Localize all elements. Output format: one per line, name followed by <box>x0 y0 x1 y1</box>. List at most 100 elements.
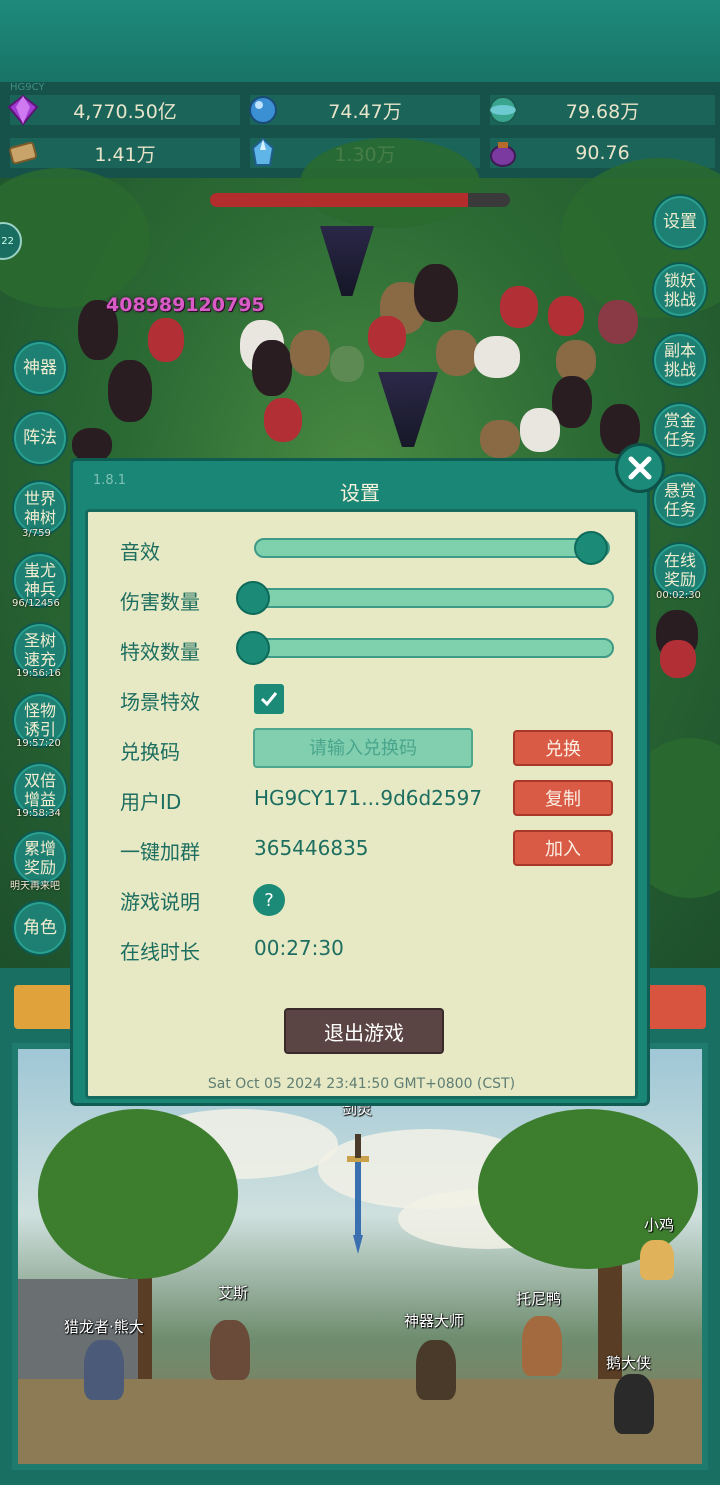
user-tag: HG9CY <box>10 82 45 93</box>
menu-label: 阵法 <box>23 428 57 448</box>
group-number: 365446835 <box>254 836 369 860</box>
menu-label: 圣树 速充 <box>23 631 56 669</box>
close-button[interactable] <box>615 443 665 493</box>
slider-knob[interactable] <box>236 631 270 665</box>
menu-artifact[interactable]: 神器 <box>12 340 68 396</box>
blue-crystal-orb-icon <box>249 96 277 124</box>
monster <box>474 336 520 378</box>
redeem-code-input[interactable] <box>253 728 473 768</box>
monster <box>500 286 538 328</box>
monster <box>520 408 560 452</box>
monster <box>436 330 478 376</box>
user-id-label: 用户ID <box>120 790 182 814</box>
redeem-code-label: 兑换码 <box>120 740 180 764</box>
npc-artifact-master[interactable] <box>416 1340 456 1400</box>
sword-spirit-icon <box>347 1134 369 1254</box>
menu-bounty-task[interactable]: 赏金 任务 <box>652 402 708 458</box>
npc-goose-hero[interactable] <box>614 1374 654 1434</box>
slider-knob[interactable] <box>574 531 608 565</box>
menu-label: 怪物 诱引 <box>23 701 56 739</box>
resource-blue-orb: 74.47万 <box>249 95 480 125</box>
online-time-value: 00:27:30 <box>254 936 344 960</box>
damage-count-label: 伤害数量 <box>120 590 200 614</box>
red-action-button[interactable] <box>646 985 706 1029</box>
copy-button[interactable]: 复制 <box>513 780 613 816</box>
exit-game-button[interactable]: 退出游戏 <box>284 1008 444 1054</box>
npc-dragon-hunter[interactable] <box>84 1340 124 1400</box>
npc-name: 猎龙者·熊大 <box>64 1318 144 1336</box>
menu-label: 神器 <box>23 358 57 378</box>
purple-gem-icon <box>7 94 39 126</box>
ice-crystal-icon <box>251 137 275 166</box>
menu-label: 蚩尤 神兵 <box>23 561 56 599</box>
monster <box>252 340 292 396</box>
menu-label: 双倍 增益 <box>23 771 56 809</box>
resource-scroll: 1.41万 <box>9 138 240 168</box>
orange-action-button[interactable] <box>14 985 74 1029</box>
monster <box>368 316 406 358</box>
redeem-button[interactable]: 兑换 <box>513 730 613 766</box>
monster <box>480 420 520 458</box>
menu-sublabel: 19:58:34 <box>16 808 61 819</box>
slider-knob[interactable] <box>236 581 270 615</box>
npc-ais[interactable] <box>210 1320 250 1380</box>
settings-panel: 音效 伤害数量 特效数量 场景特效 兑换码 兑换 用户ID HG9CY171..… <box>85 509 638 1099</box>
menu-sublabel: 00:02:30 <box>656 590 701 601</box>
resource-value: 4,770.50亿 <box>73 100 177 123</box>
menu-sublabel: 3/759 <box>22 528 51 539</box>
menu-sublabel: 96/12456 <box>12 598 60 609</box>
help-icon[interactable]: ? <box>253 884 285 916</box>
resource-purple-gem: 4,770.50亿 <box>7 94 240 126</box>
monster <box>264 398 302 442</box>
boss-hp-bar <box>210 193 510 207</box>
resource-teal-orb: 79.68万 <box>489 95 715 125</box>
menu-character[interactable]: 角色 <box>12 900 68 956</box>
scene-effects-label: 场景特效 <box>120 690 200 714</box>
menu-formation[interactable]: 阵法 <box>12 410 68 466</box>
menu-label: 赏金 任务 <box>663 411 696 449</box>
menu-demon-challenge[interactable]: 锁妖 挑战 <box>652 262 708 318</box>
join-button[interactable]: 加入 <box>513 830 613 866</box>
menu-label: 锁妖 挑战 <box>663 271 696 309</box>
sound-label: 音效 <box>120 540 160 564</box>
menu-sublabel: 19:56:16 <box>16 668 61 679</box>
teal-orb-icon <box>489 96 517 124</box>
npc-name: 托尼鸭 <box>516 1290 562 1308</box>
menu-label: 在线 奖励 <box>663 551 696 589</box>
menu-sublabel: 明天再来吧 <box>10 881 60 892</box>
menu-label: 设置 <box>663 212 697 232</box>
close-icon <box>628 456 652 480</box>
effects-count-slider[interactable] <box>236 631 614 665</box>
menu-label: 悬赏 任务 <box>663 481 696 519</box>
online-time-label: 在线时长 <box>120 940 200 964</box>
menu-dungeon-challenge[interactable]: 副本 挑战 <box>652 332 708 388</box>
menu-settings[interactable]: 设置 <box>652 194 708 250</box>
npc-name: 小鸡 <box>644 1216 675 1234</box>
monster <box>548 296 584 336</box>
monster <box>290 330 330 376</box>
npc-name: 鹅大侠 <box>606 1354 652 1372</box>
damage-count-slider[interactable] <box>236 581 614 615</box>
resource-value: 1.41万 <box>94 143 156 166</box>
dialog-title: 设置 <box>340 481 380 505</box>
npc-tony-duck[interactable] <box>522 1316 562 1376</box>
monster <box>148 318 184 362</box>
npc-chick[interactable] <box>640 1240 674 1280</box>
current-datetime: Sat Oct 05 2024 23:41:50 GMT+0800 (CST) <box>207 1076 516 1092</box>
npc-name: 神器大师 <box>404 1312 465 1330</box>
purple-pouch-icon <box>490 142 516 167</box>
monster <box>414 264 458 322</box>
menu-label: 角色 <box>23 918 57 938</box>
user-id-value: HG9CY171...9d6d2597 <box>254 786 483 810</box>
join-group-label: 一键加群 <box>120 840 200 864</box>
scene-effects-checkbox[interactable] <box>254 684 284 714</box>
menu-label: 累增 奖励 <box>23 839 56 877</box>
monster <box>660 640 696 678</box>
menu-sublabel: 19:57:20 <box>16 738 61 749</box>
settings-dialog: 1.8.1 设置 音效 伤害数量 特效数量 场景特效 兑换码 兑换 用户ID H… <box>70 458 650 1106</box>
sound-slider[interactable] <box>254 531 610 565</box>
monster <box>108 360 152 422</box>
menu-label: 世界 神树 <box>23 489 56 527</box>
monster <box>598 300 638 344</box>
monster <box>330 346 364 382</box>
